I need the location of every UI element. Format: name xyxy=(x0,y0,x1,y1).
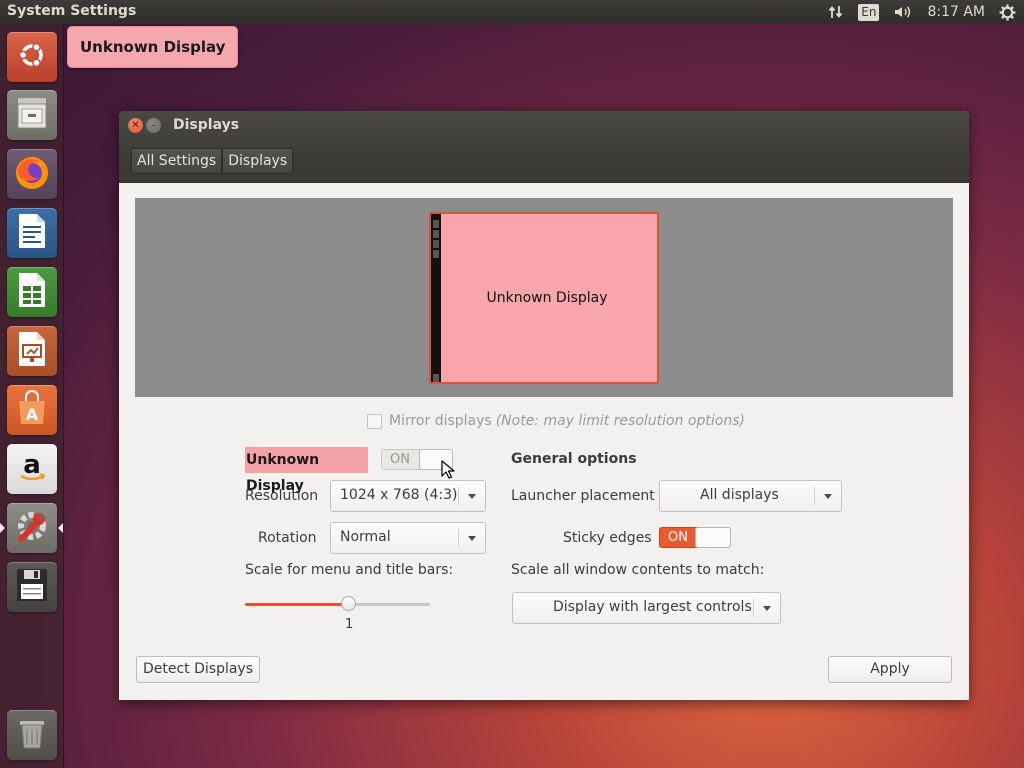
switch-knob xyxy=(695,527,731,548)
sticky-edges-switch-label: ON xyxy=(668,530,688,545)
writer-document-icon xyxy=(16,212,48,254)
launcher-item-libreoffice-calc[interactable] xyxy=(7,267,57,317)
mirror-displays-note: (Note: may limit resolution options) xyxy=(495,413,745,429)
mirror-displays-checkbox[interactable] xyxy=(367,413,382,429)
launcher-placement-label: Launcher placement xyxy=(511,488,655,504)
dropdown-separator xyxy=(814,487,815,505)
rotation-value: Normal xyxy=(340,529,391,545)
mirror-displays-row: Mirror displays (Note: may limit resolut… xyxy=(367,413,745,429)
scale-menu-label: Scale for menu and title bars: xyxy=(245,562,454,578)
resolution-value: 1024 x 768 (4:3) xyxy=(340,487,458,503)
top-panel: System Settings En 8:17 AM xyxy=(0,0,1024,24)
volume-icon[interactable] xyxy=(893,4,913,20)
close-window-button[interactable]: ✕ xyxy=(128,118,143,133)
resolution-label: Resolution xyxy=(245,488,319,504)
dropdown-separator xyxy=(458,529,459,547)
software-bag-icon: A xyxy=(15,390,49,430)
selected-display-name: Unknown Display xyxy=(245,447,368,494)
window-titlebar[interactable]: ✕ – Displays All Settings Displays xyxy=(119,111,969,183)
general-options-heading: General options xyxy=(511,451,637,467)
window-title: Displays xyxy=(173,117,240,133)
scale-all-label: Scale all window contents to match: xyxy=(511,562,765,578)
resolution-dropdown[interactable]: 1024 x 768 (4:3) xyxy=(330,480,486,512)
launcher-placement-value: All displays xyxy=(700,487,779,503)
app-title: System Settings xyxy=(7,3,137,19)
launcher-item-save-drive[interactable] xyxy=(7,562,57,612)
monitor-launcher-strip xyxy=(431,214,441,382)
chevron-down-icon xyxy=(468,536,476,541)
monitor-label: Unknown Display xyxy=(486,290,608,306)
scale-slider-value: 1 xyxy=(345,617,354,632)
scale-slider-handle[interactable] xyxy=(341,596,356,611)
network-arrows-icon[interactable] xyxy=(828,4,844,20)
impress-presentation-icon xyxy=(16,330,48,372)
launcher-item-libreoffice-writer[interactable] xyxy=(7,208,57,258)
svg-text:A: A xyxy=(26,405,39,424)
mirror-displays-label: Mirror displays xyxy=(389,413,492,429)
launcher-item-amazon[interactable]: a xyxy=(7,444,57,494)
monitor-preview[interactable]: Unknown Display xyxy=(429,212,659,384)
dropdown-separator xyxy=(458,487,459,505)
scale-slider-fill xyxy=(245,603,349,606)
file-cabinet-icon xyxy=(14,95,50,135)
chevron-down-icon xyxy=(824,494,832,499)
launcher-item-trash[interactable] xyxy=(7,710,57,760)
svg-text:a: a xyxy=(23,450,41,480)
launcher-focus-indicator xyxy=(58,523,63,533)
dropdown-separator xyxy=(753,599,754,617)
chevron-down-icon xyxy=(468,494,476,499)
detect-displays-button[interactable]: Detect Displays xyxy=(136,656,260,683)
floppy-disk-icon xyxy=(15,567,49,607)
breadcrumb-displays[interactable]: Displays xyxy=(222,148,294,174)
breadcrumb: All Settings Displays xyxy=(131,148,294,174)
display-arrangement-area[interactable]: Unknown Display xyxy=(135,198,953,397)
amazon-icon: a xyxy=(14,449,50,489)
launcher-item-ubuntu-software[interactable]: A xyxy=(7,385,57,435)
rotation-label: Rotation xyxy=(258,530,317,546)
sticky-edges-switch[interactable]: ON xyxy=(659,527,731,548)
firefox-icon xyxy=(12,152,52,196)
rotation-dropdown[interactable]: Normal xyxy=(330,522,486,554)
display-power-switch-label: ON xyxy=(390,452,410,467)
mouse-pointer-icon xyxy=(441,460,455,484)
system-tray: En 8:17 AM xyxy=(814,0,1024,24)
scale-all-dropdown[interactable]: Display with largest controls xyxy=(512,592,781,624)
close-icon: ✕ xyxy=(131,119,140,131)
scale-all-value: Display with largest controls xyxy=(553,599,752,615)
gear-icon[interactable] xyxy=(999,4,1016,21)
keyboard-layout-indicator[interactable]: En xyxy=(858,3,880,21)
apply-button[interactable]: Apply xyxy=(828,656,952,683)
chevron-down-icon xyxy=(763,606,771,611)
launcher-placement-dropdown[interactable]: All displays xyxy=(659,480,842,512)
launcher-tooltip: Unknown Display xyxy=(67,26,239,68)
calc-spreadsheet-icon xyxy=(16,271,48,313)
launcher: A a xyxy=(0,24,64,768)
displays-window: ✕ – Displays All Settings Displays Unkno… xyxy=(119,111,969,700)
ubuntu-logo-icon xyxy=(15,38,49,76)
sticky-edges-label: Sticky edges xyxy=(563,530,652,546)
minimize-icon: – xyxy=(151,119,156,131)
launcher-item-firefox[interactable] xyxy=(7,149,57,199)
launcher-item-ubuntu-dash[interactable] xyxy=(7,32,57,82)
minimize-window-button[interactable]: – xyxy=(146,118,161,133)
launcher-active-indicator xyxy=(0,523,5,533)
clock[interactable]: 8:17 AM xyxy=(927,4,985,20)
launcher-item-files[interactable] xyxy=(7,90,57,140)
trash-icon xyxy=(16,715,48,755)
launcher-item-libreoffice-impress[interactable] xyxy=(7,326,57,376)
breadcrumb-all-settings[interactable]: All Settings xyxy=(131,148,223,174)
launcher-item-system-settings[interactable] xyxy=(7,503,57,553)
settings-wrench-icon xyxy=(12,506,52,550)
